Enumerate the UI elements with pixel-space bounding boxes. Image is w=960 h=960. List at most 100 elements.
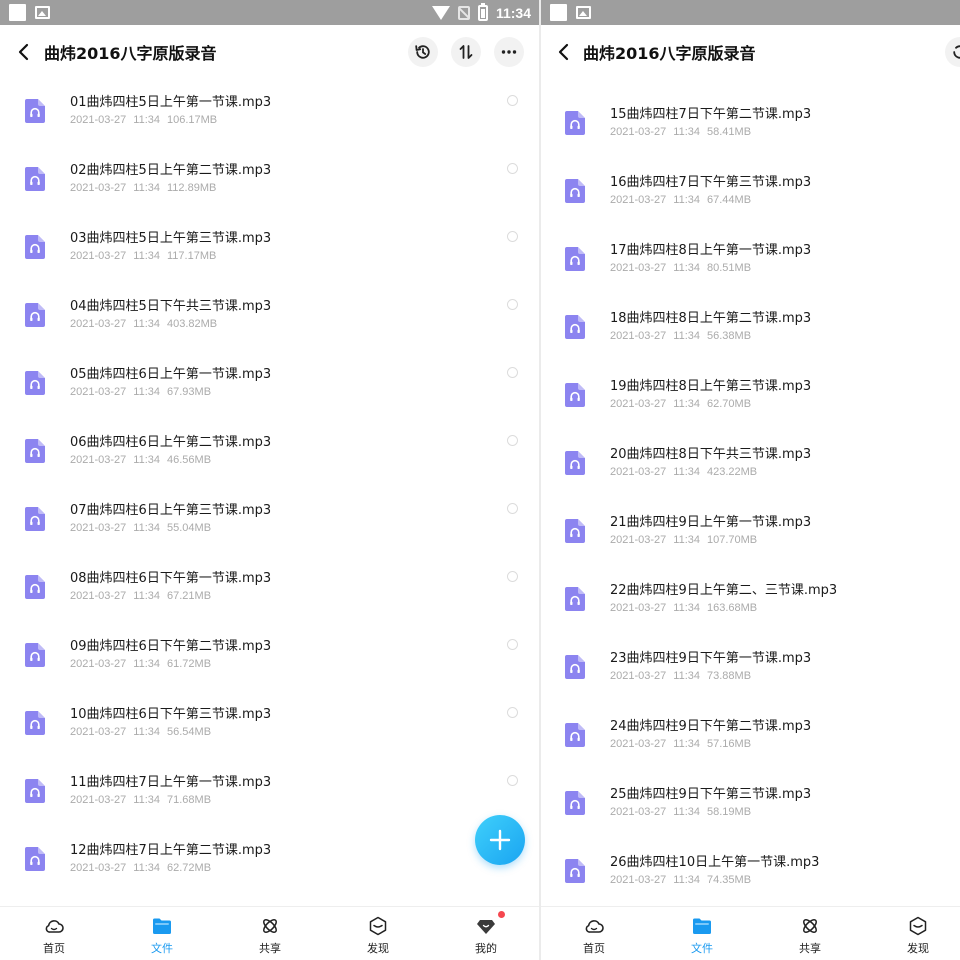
file-name: 23曲炜四柱9日下午第一节课.mp3 (610, 651, 812, 666)
file-date: 2021-03-27 (610, 194, 667, 206)
file-row[interactable]: 15曲炜四柱7日下午第二节课.mp3 2021-03-27 11:34 58.41MB (541, 91, 960, 159)
tab-folder[interactable]: 文件 (132, 907, 192, 960)
audio-file-icon (565, 451, 585, 475)
file-date: 2021-03-27 (610, 126, 667, 138)
file-size: 61.72MB (167, 658, 212, 670)
tab-share[interactable]: 共享 (780, 907, 840, 960)
file-time: 11:34 (673, 126, 700, 138)
file-row[interactable]: 23曲炜四柱9日下午第一节课.mp3 2021-03-27 11:34 73.88MB (541, 635, 960, 703)
file-size: 67.21MB (167, 590, 212, 602)
file-date: 2021-03-27 (70, 250, 127, 262)
file-row[interactable]: 10曲炜四柱6日下午第三节课.mp3 2021-03-27 11:34 56.54MB (0, 691, 539, 759)
file-row[interactable]: 22曲炜四柱9日上午第二、三节课.mp3 2021-03-27 11:34 163.6… (541, 567, 960, 635)
audio-file-icon (565, 179, 585, 203)
file-date: 2021-03-27 (610, 602, 667, 614)
file-name: 19曲炜四柱8日上午第三节课.mp3 (610, 379, 812, 394)
file-row[interactable]: 16曲炜四柱7日下午第三节课.mp3 2021-03-27 11:34 67.44MB (541, 159, 960, 227)
audio-file-icon (25, 371, 45, 395)
file-time: 11:34 (133, 590, 160, 602)
file-meta: 2021-03-27 11:34 403.82MB (70, 318, 217, 330)
left-screen: 11:34 曲炜2016八字原版录音 01曲炜四柱5日上午第一节课.mp3 20… (0, 0, 539, 960)
tab-cloud[interactable]: 首页 (564, 907, 624, 960)
file-row[interactable]: 26曲炜四柱10日上午第一节课.mp3 2021-03-27 11:34 74.35M… (541, 839, 960, 907)
file-size: 58.41MB (707, 126, 752, 138)
file-name: 24曲炜四柱9日下午第二节课.mp3 (610, 719, 812, 734)
select-radio[interactable] (507, 231, 518, 242)
select-radio[interactable] (507, 299, 518, 310)
file-row[interactable]: 08曲炜四柱6日下午第一节课.mp3 2021-03-27 11:34 67.21MB (0, 555, 539, 623)
file-row[interactable]: 18曲炜四柱8日上午第二节课.mp3 2021-03-27 11:34 56.38MB (541, 295, 960, 363)
file-size: 62.72MB (167, 862, 212, 874)
add-fab-button[interactable] (475, 815, 525, 865)
wifi-icon (431, 5, 450, 20)
file-meta: 2021-03-27 11:34 74.35MB (610, 874, 751, 886)
file-meta: 2021-03-27 11:34 67.93MB (70, 386, 211, 398)
file-row[interactable]: 01曲炜四柱5日上午第一节课.mp3 2021-03-27 11:34 106.17M… (0, 79, 539, 147)
file-time: 11:34 (673, 466, 700, 478)
file-row[interactable]: 17曲炜四柱8日上午第一节课.mp3 2021-03-27 11:34 80.51MB (541, 227, 960, 295)
file-date: 2021-03-27 (70, 658, 127, 670)
file-time: 11:34 (133, 794, 160, 806)
back-arrow-icon[interactable] (14, 42, 34, 62)
status-bar: 11:34 (0, 0, 539, 25)
tab-cloud[interactable]: 首页 (24, 907, 84, 960)
file-row[interactable]: 05曲炜四柱6日上午第一节课.mp3 2021-03-27 11:34 67.93MB (0, 351, 539, 419)
select-radio[interactable] (507, 775, 518, 786)
select-radio[interactable] (507, 707, 518, 718)
file-row[interactable]: 24曲炜四柱9日下午第二节课.mp3 2021-03-27 11:34 57.16MB (541, 703, 960, 771)
file-time: 11:34 (133, 862, 160, 874)
file-size: 107.70MB (707, 534, 758, 546)
sort-button[interactable] (451, 37, 481, 67)
file-row[interactable]: 09曲炜四柱6日下午第二节课.mp3 2021-03-27 11:34 61.72MB (0, 623, 539, 691)
select-radio[interactable] (507, 95, 518, 106)
audio-file-icon (25, 99, 45, 123)
file-row[interactable]: 12曲炜四柱7日上午第二节课.mp3 2021-03-27 11:34 62.72MB (0, 827, 539, 895)
file-name: 06曲炜四柱6日上午第二节课.mp3 (70, 435, 272, 450)
file-date: 2021-03-27 (610, 330, 667, 342)
select-radio[interactable] (507, 367, 518, 378)
file-name: 15曲炜四柱7日下午第二节课.mp3 (610, 107, 812, 122)
file-meta: 2021-03-27 11:34 67.21MB (70, 590, 211, 602)
tab-discover[interactable]: 发现 (888, 907, 948, 960)
select-radio[interactable] (507, 163, 518, 174)
folder-icon (153, 918, 171, 934)
file-time: 11:34 (673, 534, 700, 546)
select-radio[interactable] (507, 639, 518, 650)
history-button[interactable] (945, 37, 960, 67)
file-date: 2021-03-27 (70, 522, 127, 534)
select-radio[interactable] (507, 435, 518, 446)
file-meta: 2021-03-27 11:34 67.44MB (610, 194, 751, 206)
file-time: 11:34 (673, 670, 700, 682)
history-button[interactable] (408, 37, 438, 67)
file-row[interactable]: 06曲炜四柱6日上午第二节课.mp3 2021-03-27 11:34 46.56MB (0, 419, 539, 487)
more-button[interactable] (494, 37, 524, 67)
back-arrow-icon[interactable] (554, 42, 574, 62)
file-row[interactable]: 07曲炜四柱6日上午第三节课.mp3 2021-03-27 11:34 55.04MB (0, 487, 539, 555)
file-row[interactable]: 25曲炜四柱9日下午第三节课.mp3 2021-03-27 11:34 58.19MB (541, 771, 960, 839)
file-row[interactable]: 21曲炜四柱9日上午第一节课.mp3 2021-03-27 11:34 107.70M… (541, 499, 960, 567)
file-row[interactable]: 20曲炜四柱8日下午共三节课.mp3 2021-03-27 11:34 423.22M… (541, 431, 960, 499)
file-meta: 2021-03-27 11:34 56.54MB (70, 726, 211, 738)
notification-square-icon (9, 4, 26, 21)
tab-share[interactable]: 共享 (240, 907, 300, 960)
file-time: 11:34 (133, 658, 160, 670)
select-radio[interactable] (507, 503, 518, 514)
file-row[interactable]: 11曲炜四柱7日上午第一节课.mp3 2021-03-27 11:34 71.68MB (0, 759, 539, 827)
file-row[interactable]: 19曲炜四柱8日上午第三节课.mp3 2021-03-27 11:34 62.70MB (541, 363, 960, 431)
tab-label: 我的 (475, 942, 497, 955)
tab-discover[interactable]: 发现 (348, 907, 408, 960)
file-size: 74.35MB (707, 874, 752, 886)
select-radio[interactable] (507, 571, 518, 582)
tab-folder[interactable]: 文件 (672, 907, 732, 960)
tab-label: 文件 (151, 942, 173, 955)
file-size: 56.54MB (167, 726, 212, 738)
tab-avatar[interactable]: 我的 (456, 907, 516, 960)
file-name: 17曲炜四柱8日上午第一节课.mp3 (610, 243, 812, 258)
gallery-notification-icon (576, 6, 591, 19)
file-date: 2021-03-27 (70, 318, 127, 330)
file-size: 106.17MB (167, 114, 218, 126)
file-row[interactable]: 04曲炜四柱5日下午共三节课.mp3 2021-03-27 11:34 403.82M… (0, 283, 539, 351)
file-row[interactable]: 03曲炜四柱5日上午第三节课.mp3 2021-03-27 11:34 117.17M… (0, 215, 539, 283)
status-bar (541, 0, 960, 25)
file-row[interactable]: 02曲炜四柱5日上午第二节课.mp3 2021-03-27 11:34 112.89M… (0, 147, 539, 215)
